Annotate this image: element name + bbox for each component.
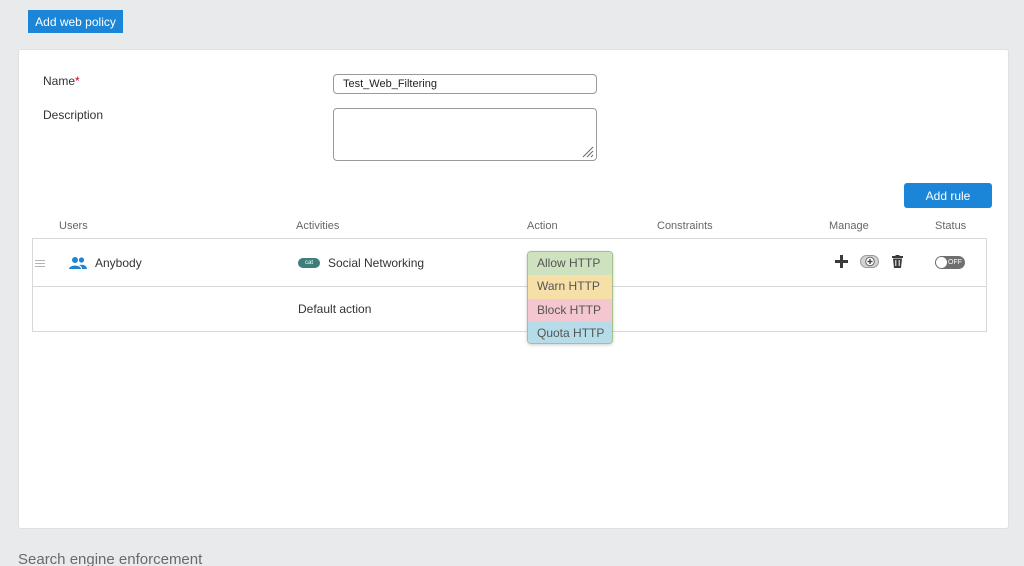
name-field[interactable]: Test_Web_Filtering bbox=[333, 74, 597, 94]
trash-icon[interactable] bbox=[892, 255, 903, 268]
description-field[interactable] bbox=[333, 108, 597, 161]
action-option-allow[interactable]: Allow HTTP bbox=[528, 252, 612, 276]
add-rule-button[interactable]: Add rule bbox=[904, 183, 992, 208]
drag-handle-icon[interactable] bbox=[35, 260, 45, 269]
description-label: Description bbox=[43, 108, 104, 122]
column-header-activities: Activities bbox=[296, 220, 340, 232]
plus-icon[interactable] bbox=[835, 255, 848, 268]
action-option-block[interactable]: Block HTTP bbox=[528, 298, 612, 322]
status-toggle-label: OFF bbox=[948, 259, 962, 266]
action-option-quota[interactable]: Quota HTTP bbox=[528, 321, 612, 343]
default-action-label: Default action bbox=[298, 302, 372, 316]
section-title-search-engine: Search engine enforcement bbox=[18, 551, 203, 566]
column-header-users: Users bbox=[59, 220, 88, 232]
rules-table: Anybody cat Social Networking OFF Defaul… bbox=[32, 238, 987, 332]
action-dropdown: Allow HTTP Warn HTTP Block HTTP Quota HT… bbox=[527, 251, 613, 344]
row-divider bbox=[33, 286, 986, 287]
column-header-status: Status bbox=[935, 220, 967, 232]
add-web-policy-button[interactable]: Add web policy bbox=[28, 10, 123, 33]
name-label: Name* bbox=[43, 74, 80, 88]
status-toggle[interactable]: OFF bbox=[935, 256, 965, 269]
action-option-warn[interactable]: Warn HTTP bbox=[528, 275, 612, 299]
resize-grip-icon[interactable] bbox=[580, 144, 594, 158]
rule-activity[interactable]: Social Networking bbox=[328, 256, 424, 270]
users-icon bbox=[69, 257, 87, 269]
policy-panel: Name* Test_Web_Filtering Description Add… bbox=[18, 49, 1009, 529]
required-mark: * bbox=[75, 74, 80, 88]
rule-user: Anybody bbox=[95, 256, 142, 270]
column-header-action: Action bbox=[527, 220, 558, 232]
column-header-constraints: Constraints bbox=[657, 220, 713, 232]
category-badge: cat bbox=[298, 258, 320, 268]
toggle-knob bbox=[936, 257, 947, 268]
column-header-manage: Manage bbox=[829, 220, 869, 232]
add-circle-icon[interactable] bbox=[860, 255, 879, 268]
